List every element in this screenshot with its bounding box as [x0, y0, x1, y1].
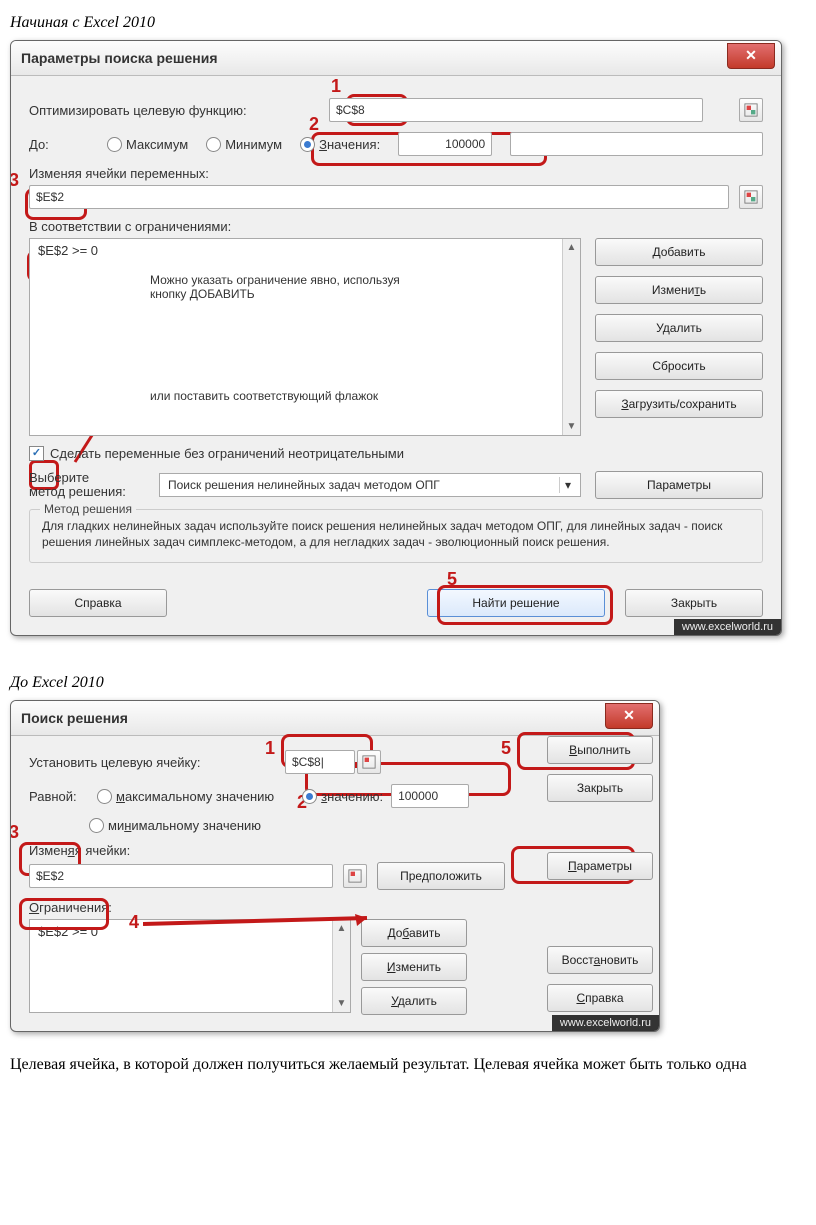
annot-num-1: 1	[331, 76, 341, 97]
params-button-2[interactable]: Параметры	[547, 852, 653, 880]
group-title: Метод решения	[40, 502, 136, 516]
scrollbar[interactable]: ▲▼	[562, 239, 580, 435]
radio-max-2[interactable]: максимальному значению	[97, 789, 274, 804]
annotation-text-1: Можно указать ограничение явно, использу…	[150, 273, 430, 301]
close-button[interactable]: Закрыть	[625, 589, 763, 617]
input-target-value[interactable]: 100000	[398, 132, 492, 156]
label-constraints-2: Ограничения:	[29, 900, 509, 915]
radio-value[interactable]: ЗЗначения:начения:	[300, 137, 380, 152]
ref-picker-icon-3[interactable]	[357, 750, 381, 774]
radio-value-2[interactable]: значению:	[302, 789, 383, 804]
add-button[interactable]: Добавить	[595, 238, 763, 266]
ref-picker-icon-4[interactable]	[343, 864, 367, 888]
scrollbar-2[interactable]: ▲▼	[332, 920, 350, 1012]
solve-button[interactable]: Найти решение	[427, 589, 605, 617]
label-target: Установить целевую ячейку:	[29, 755, 229, 770]
ref-picker-icon-2[interactable]	[739, 185, 763, 209]
label-constraints-hdr: В соответствии с ограничениями:	[29, 219, 763, 234]
annot-num-3: 3	[10, 170, 19, 191]
input-objective[interactable]: $C$8	[329, 98, 703, 122]
label-changing-2: Изменяя ячейки:	[29, 843, 509, 858]
radio-min-2[interactable]: минимальному значению	[89, 818, 261, 833]
label-equal: Равной:	[29, 789, 89, 804]
radio-min[interactable]: Минимум	[206, 137, 282, 152]
reset-button[interactable]: Сбросить	[595, 352, 763, 380]
solver-dialog-2010: Параметры поиска решения ✕ 1 2 3 4 Оптим…	[10, 40, 782, 636]
footer-paragraph: Целевая ячейка, в которой должен получит…	[10, 1056, 806, 1074]
dialog-title-2: Поиск решения	[21, 710, 128, 726]
method-group: Метод решения Для гладких нелинейных зад…	[29, 509, 763, 563]
window-close-button[interactable]: ✕	[727, 43, 775, 69]
label-max: Максимум	[126, 137, 188, 152]
dialog-title: Параметры поиска решения	[21, 50, 218, 66]
titlebar-2: Поиск решения ✕	[11, 701, 659, 736]
solver-dialog-2007: Поиск решения ✕ 1 2 3 4 5 Выполнить Закр…	[10, 700, 660, 1032]
ref-picker-icon[interactable]	[739, 98, 763, 122]
help-button[interactable]: Справка	[29, 589, 167, 617]
label-nonneg: Сделать переменные без ограничений неотр…	[50, 446, 404, 461]
method-select[interactable]: Поиск решения нелинейных задач методом О…	[159, 473, 581, 497]
add-button-2[interactable]: Добавить	[361, 919, 467, 947]
chevron-down-icon: ▾	[559, 477, 576, 493]
label-min-2: минимальному значению	[108, 818, 261, 833]
delete-button[interactable]: Удалить	[595, 314, 763, 342]
params-button[interactable]: Параметры	[595, 471, 763, 499]
group-text: Для гладких нелинейных задач используйте…	[42, 518, 750, 550]
watermark: www.excelworld.ru	[674, 619, 781, 635]
label-to: До:	[29, 137, 89, 152]
radio-max[interactable]: Максимум	[107, 137, 188, 152]
input-changing-2[interactable]: $E$2	[29, 864, 333, 888]
constraint-item[interactable]: $E$2 >= 0	[38, 243, 554, 258]
execute-button[interactable]: Выполнить	[547, 736, 653, 764]
label-value: ЗЗначения:начения:	[319, 137, 380, 152]
label-select-method-1: Выберите	[29, 471, 159, 485]
annot2-num-3: 3	[10, 822, 19, 843]
label-min: Минимум	[225, 137, 282, 152]
change-button[interactable]: Изменить	[595, 276, 763, 304]
titlebar: Параметры поиска решения ✕	[11, 41, 781, 76]
guess-button[interactable]: Предположить	[377, 862, 505, 890]
label-objective: Оптимизировать целевую функцию:	[29, 103, 329, 118]
help-button-2[interactable]: Справка	[547, 984, 653, 1012]
close-button-2[interactable]: Закрыть	[547, 774, 653, 802]
constraints-listbox[interactable]: $E$2 >= 0 Можно указать ограничение явно…	[29, 238, 581, 436]
label-changing: Изменяя ячейки переменных:	[29, 166, 763, 181]
delete-button-2[interactable]: Удалить	[361, 987, 467, 1015]
loadsave-button[interactable]: Загрузить/сохранить	[595, 390, 763, 418]
heading-since: Начиная с Excel 2010	[10, 14, 806, 32]
input-target-2[interactable]: $C$8|	[285, 750, 355, 774]
restore-button[interactable]: Восстановить	[547, 946, 653, 974]
annotation-text-2: или поставить соответствующий флажок	[150, 389, 450, 403]
input-value-2[interactable]: 100000	[391, 784, 469, 808]
label-select-method-2: метод решения:	[29, 485, 159, 499]
label-value-2: значению:	[321, 789, 383, 804]
constraints-listbox-2[interactable]: $E$2 >= 0 ▲▼	[29, 919, 351, 1013]
label-max-2: максимальному значению	[116, 789, 274, 804]
nonneg-checkbox[interactable]	[29, 446, 44, 461]
window-close-button-2[interactable]: ✕	[605, 703, 653, 729]
watermark-2: www.excelworld.ru	[552, 1015, 659, 1031]
change-button-2[interactable]: Изменить	[361, 953, 467, 981]
input-changing[interactable]: $E$2	[29, 185, 729, 209]
heading-before: До Excel 2010	[10, 674, 806, 692]
constraint-item-2[interactable]: $E$2 >= 0	[38, 924, 324, 939]
